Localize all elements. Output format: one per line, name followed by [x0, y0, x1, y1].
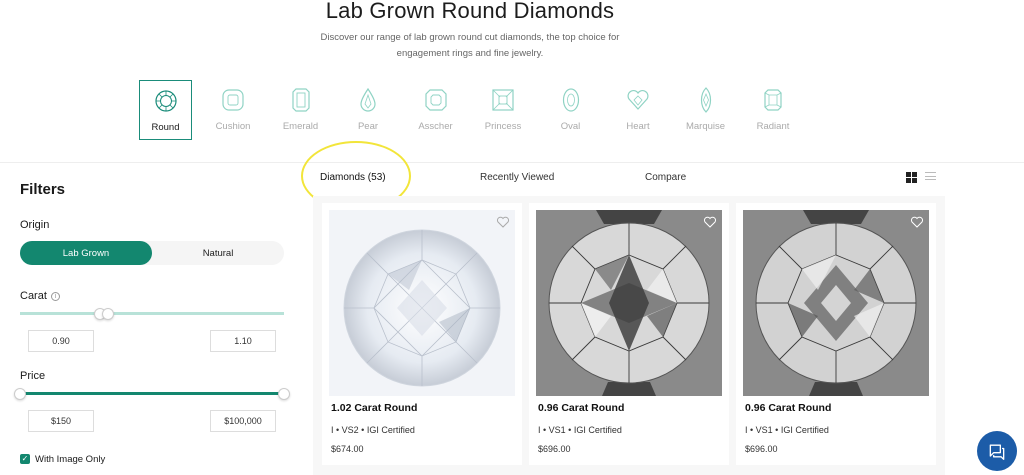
product-spec: I • VS1 • IGI Certified	[538, 425, 622, 435]
carat-slider-track[interactable]	[20, 312, 284, 315]
asscher-shape-icon	[424, 89, 447, 111]
price-slider-track[interactable]	[20, 392, 284, 395]
wishlist-heart-icon[interactable]	[703, 215, 717, 229]
info-icon[interactable]: i	[50, 292, 60, 301]
carat-label-row: Carat i	[20, 290, 60, 302]
wishlist-heart-icon[interactable]	[910, 215, 924, 229]
carat-min-input[interactable]: 0.90	[28, 330, 94, 352]
shape-label: Cushion	[215, 121, 251, 132]
product-card[interactable]: 1.02 Carat Round I • VS2 • IGI Certified…	[322, 203, 522, 465]
origin-label: Origin	[20, 219, 50, 231]
product-name[interactable]: 1.02 Carat Round	[331, 402, 417, 414]
tab-recently-viewed[interactable]: Recently Viewed	[480, 172, 554, 183]
cushion-shape-icon	[222, 89, 244, 111]
radiant-shape-icon	[764, 89, 782, 111]
product-card[interactable]: 0.96 Carat Round I • VS1 • IGI Certified…	[529, 203, 729, 465]
shape-label: Marquise	[685, 121, 726, 132]
carat-max-input[interactable]: 1.10	[210, 330, 276, 352]
wishlist-heart-icon[interactable]	[496, 215, 510, 229]
shape-label: Princess	[484, 121, 522, 132]
tab-compare[interactable]: Compare	[645, 172, 686, 183]
grid-view-icon[interactable]	[906, 172, 917, 183]
chat-icon	[989, 444, 1005, 460]
product-price: $696.00	[538, 444, 571, 454]
shape-heart[interactable]: Heart	[612, 80, 665, 140]
shape-pear[interactable]: Pear	[342, 80, 395, 140]
diamond-image	[743, 210, 929, 396]
shape-round[interactable]: Round	[139, 80, 192, 140]
diamond-image	[329, 210, 515, 396]
marquise-shape-icon	[700, 87, 711, 113]
shape-princess[interactable]: Princess	[477, 80, 530, 140]
chat-button[interactable]	[977, 431, 1017, 471]
page-subtitle: Discover our range of lab grown round cu…	[320, 32, 620, 59]
shape-cushion[interactable]: Cushion	[207, 80, 260, 140]
shape-label: Heart	[626, 121, 650, 132]
shape-label: Pear	[357, 121, 379, 132]
product-price: $696.00	[745, 444, 778, 454]
image-only-checkbox[interactable]: ✓	[20, 454, 30, 464]
divider	[0, 162, 1024, 163]
diamond-image	[536, 210, 722, 396]
product-price: $674.00	[331, 444, 364, 454]
shape-label: Emerald	[282, 121, 319, 132]
product-card[interactable]: 0.96 Carat Round I • VS1 • IGI Certified…	[736, 203, 936, 465]
product-spec: I • VS1 • IGI Certified	[745, 425, 829, 435]
shape-marquise[interactable]: Marquise	[679, 80, 732, 140]
shape-emerald[interactable]: Emerald	[274, 80, 327, 140]
lab-grown-option[interactable]: Lab Grown	[20, 241, 152, 265]
round-shape-icon	[154, 90, 177, 112]
shape-oval[interactable]: Oval	[544, 80, 597, 140]
oval-shape-icon	[562, 88, 579, 112]
product-name[interactable]: 0.96 Carat Round	[745, 402, 831, 414]
price-label: Price	[20, 370, 46, 382]
princess-shape-icon	[492, 89, 514, 111]
price-min-handle[interactable]	[14, 387, 26, 400]
shape-selector: Round Cushion Emerald Pear Asscher Princ…	[139, 80, 814, 140]
shape-label: Oval	[560, 121, 581, 132]
heart-shape-icon	[627, 90, 649, 110]
shape-radiant[interactable]: Radiant	[747, 80, 800, 140]
price-max-handle[interactable]	[278, 387, 290, 400]
image-only-label: With Image Only	[35, 454, 106, 465]
filters-heading: Filters	[20, 181, 66, 198]
pear-shape-icon	[360, 87, 376, 112]
price-max-input[interactable]: $100,000	[210, 410, 276, 432]
shape-label: Radiant	[756, 121, 790, 132]
shape-label: Round	[151, 122, 180, 133]
carat-max-handle[interactable]	[102, 307, 114, 320]
list-view-icon[interactable]	[925, 172, 936, 183]
price-min-input[interactable]: $150	[28, 410, 94, 432]
shape-asscher[interactable]: Asscher	[409, 80, 462, 140]
origin-toggle: Lab Grown Natural	[20, 241, 284, 265]
product-spec: I • VS2 • IGI Certified	[331, 425, 415, 435]
carat-label: Carat	[20, 290, 47, 302]
page-title: Lab Grown Round Diamonds	[325, 0, 615, 23]
shape-label: Asscher	[418, 121, 453, 132]
product-name[interactable]: 0.96 Carat Round	[538, 402, 624, 414]
natural-option[interactable]: Natural	[152, 241, 284, 265]
tab-diamonds[interactable]: Diamonds (53)	[320, 172, 386, 183]
emerald-shape-icon	[291, 88, 310, 112]
